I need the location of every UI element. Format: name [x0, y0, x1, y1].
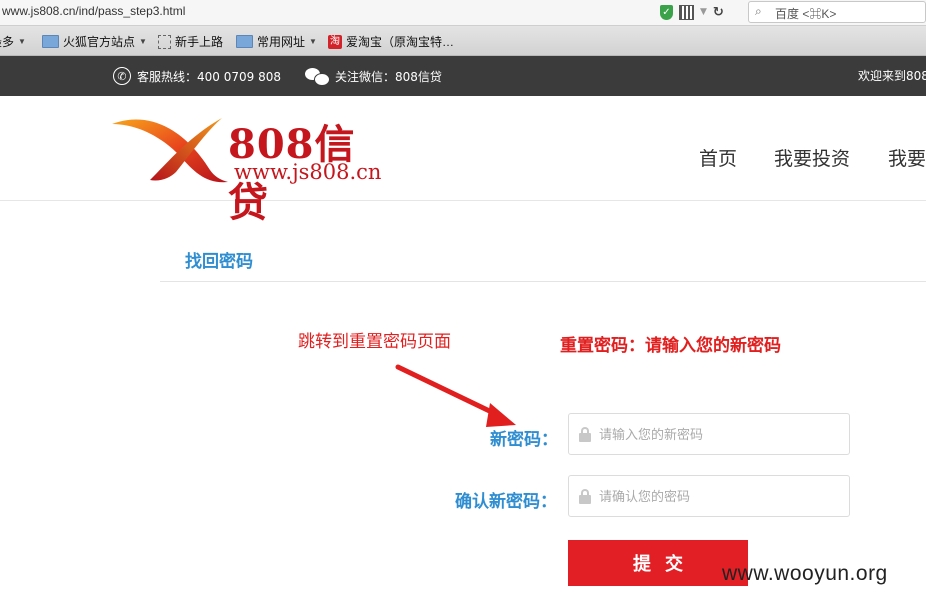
page-icon — [158, 34, 171, 49]
search-placeholder: 百度 <⌘K> — [775, 7, 837, 21]
bookmark-label: 火狐官方站点 — [63, 35, 136, 49]
site-top-bar: ✆ 客服热线：400 0709 808 关注微信：808信贷 欢迎来到808 — [0, 56, 926, 96]
lock-icon — [579, 427, 591, 442]
nav-invest[interactable]: 我要投资 — [774, 144, 850, 171]
site-logo[interactable]: 808信贷 www.js808.cn — [110, 110, 390, 226]
bookmark-common-sites[interactable]: 常用网址 ▼ — [236, 33, 317, 50]
confirm-password-input[interactable] — [597, 476, 841, 518]
bookmark-label: 新手上路 — [175, 35, 224, 49]
annotation-redirect: 跳转到重置密码页面 — [298, 332, 451, 352]
qr-code-icon[interactable] — [679, 4, 694, 20]
wechat-text: 关注微信：808信贷 — [335, 69, 442, 84]
folder-icon — [42, 35, 59, 48]
submit-button[interactable]: 提交 — [568, 540, 748, 586]
lock-icon — [579, 489, 591, 504]
chevron-down-icon: ▼ — [309, 37, 317, 46]
bookmarks-bar: 最多 ▼ 火狐官方站点 ▼ 新手上路 常用网址 ▼ 淘 爱淘宝（原淘宝特… — [0, 26, 926, 56]
section-title: 找回密码 — [185, 252, 253, 272]
folder-icon — [236, 35, 253, 48]
bookmark-label: 爱淘宝（原淘宝特… — [346, 35, 455, 49]
bookmark-aitaobao[interactable]: 淘 爱淘宝（原淘宝特… — [328, 33, 454, 50]
logo-swoosh-icon — [112, 118, 228, 183]
annotation-reset-password: 重置密码：请输入您的新密码 — [560, 336, 781, 356]
bookmark-firefox-sites[interactable]: 火狐官方站点 ▼ — [42, 33, 147, 50]
taobao-icon: 淘 — [328, 34, 342, 49]
confirm-password-label: 确认新密码： — [455, 492, 557, 512]
hotline: ✆ 客服热线：400 0709 808 — [113, 67, 281, 85]
browser-search-box[interactable]: ⌕ 百度 <⌘K> — [748, 1, 926, 23]
welcome-text: 欢迎来到808 — [858, 69, 926, 83]
wechat-follow: 关注微信：808信贷 — [305, 67, 442, 86]
bookmark-getting-started[interactable]: 新手上路 — [158, 33, 223, 50]
url-text[interactable]: www.js808.cn/ind/pass_step3.html — [2, 4, 185, 18]
chevron-down-icon: ▼ — [18, 37, 26, 46]
dropdown-icon[interactable]: ▼ — [700, 7, 707, 17]
new-password-input[interactable] — [597, 414, 841, 456]
chevron-down-icon: ▼ — [139, 37, 147, 46]
phone-icon: ✆ — [113, 67, 131, 85]
new-password-field[interactable] — [568, 413, 850, 456]
security-shield-icon[interactable]: ✓ — [660, 4, 673, 20]
search-icon: ⌕ — [755, 4, 762, 18]
nav-home[interactable]: 首页 — [699, 144, 737, 171]
nav-borrow[interactable]: 我要 — [888, 144, 926, 171]
hotline-text: 客服热线：400 0709 808 — [137, 69, 281, 84]
reload-icon[interactable]: ↻ — [713, 5, 724, 20]
url-icons: ✓ ▼ ↻ — [660, 4, 724, 20]
browser-url-bar: www.js808.cn/ind/pass_step3.html ✓ ▼ ↻ ⌕… — [0, 0, 926, 26]
bookmark-most-visited[interactable]: 最多 ▼ — [0, 33, 26, 50]
confirm-password-field[interactable] — [568, 475, 850, 518]
red-arrow-icon — [395, 364, 516, 427]
logo-url: www.js808.cn — [234, 160, 382, 184]
site-header: 808信贷 www.js808.cn 首页 我要投资 我要 — [0, 96, 926, 226]
bookmark-label: 最多 — [0, 35, 15, 49]
bookmark-label: 常用网址 — [257, 35, 306, 49]
new-password-label: 新密码： — [490, 430, 558, 450]
watermark: www.wooyun.org — [722, 562, 888, 585]
wechat-icon — [305, 67, 330, 86]
section-divider — [160, 281, 926, 282]
